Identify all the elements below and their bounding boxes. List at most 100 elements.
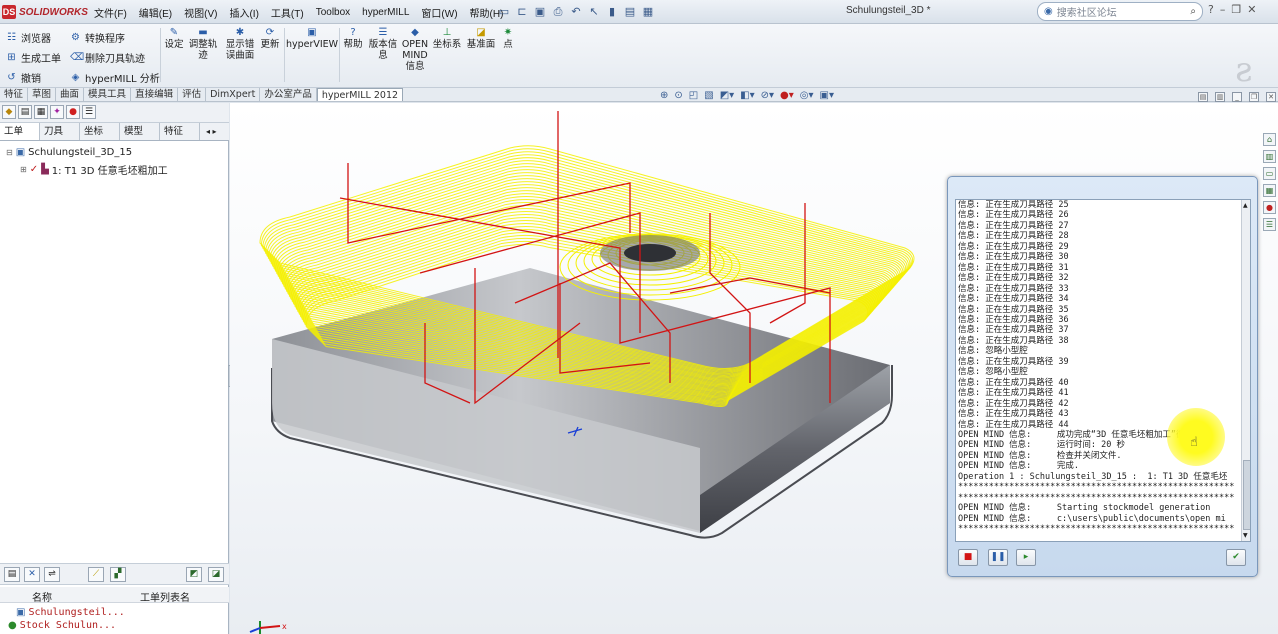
save-icon[interactable]: ▣	[533, 5, 547, 19]
menu-view[interactable]: 视图(V)	[178, 5, 223, 20]
adjust-path-button[interactable]: ▬ 调整轨 迹	[189, 27, 218, 61]
tree-job-item[interactable]: ⊞ ✓ ▙ 1: T1 3D 任意毛坯粗加工	[20, 162, 168, 177]
menu-insert[interactable]: 插入(I)	[223, 5, 264, 20]
search-icon[interactable]: ⌕	[1190, 6, 1196, 17]
menu-tools[interactable]: 工具(T)	[265, 5, 310, 20]
openmind-info-button[interactable]: ◆ OPEN MIND 信息	[401, 27, 429, 72]
continue-button[interactable]: ▸	[1016, 549, 1036, 566]
close-icon[interactable]: ✕	[1247, 3, 1256, 16]
column-job-list[interactable]: 工单列表名	[140, 589, 190, 604]
doc-minimize-icon[interactable]: _	[1232, 92, 1242, 102]
show-error-surface-button[interactable]: ✱ 显示错 误曲面	[224, 27, 256, 61]
scroll-thumb[interactable]	[1243, 460, 1250, 530]
delete-toolpath-button[interactable]: ⌫ 删除刀具轨迹	[70, 50, 145, 65]
search-scope-icon[interactable]: ◉	[1044, 6, 1053, 17]
tab-dimxpert[interactable]: DimXpert	[206, 88, 261, 101]
cascade-icon[interactable]: ▥	[1215, 92, 1225, 102]
point-button[interactable]: ✷ 点	[500, 27, 516, 50]
scroll-up-icon[interactable]: ▲	[1243, 202, 1248, 209]
dimxpert-icon[interactable]: ✦	[50, 105, 64, 119]
display-manager-icon[interactable]: ●	[66, 105, 80, 119]
tab-office-products[interactable]: 办公室产品	[260, 88, 317, 101]
scroll-down-icon[interactable]: ▼	[1243, 532, 1248, 539]
view-settings-icon[interactable]: ▣▾	[820, 90, 834, 101]
convert-program-button[interactable]: ⚙ 转换程序	[70, 30, 125, 45]
scene-icon[interactable]: ◎▾	[800, 90, 814, 101]
print-icon[interactable]: ⎙	[551, 5, 565, 19]
display-style-icon[interactable]: ◧▾	[740, 90, 754, 101]
tab-evaluate[interactable]: 评估	[178, 88, 207, 101]
undo-icon[interactable]: ↶	[569, 5, 583, 19]
hide-show-icon[interactable]: ⊘▾	[761, 90, 774, 101]
list-view-icon[interactable]: ▤	[4, 567, 20, 582]
list-item[interactable]: ● Stock Schulun...	[8, 620, 116, 631]
calculate-icon[interactable]: ⇌	[44, 567, 60, 582]
file-properties-icon[interactable]: ▤	[623, 5, 637, 19]
collapse-icon[interactable]: ⊟	[6, 148, 13, 157]
browser-button[interactable]: ☷ 浏览器	[6, 30, 51, 45]
expand-icon[interactable]: ⊞	[20, 165, 27, 174]
new-icon[interactable]: ▭	[497, 5, 511, 19]
view-orientation-icon[interactable]: ◩▾	[720, 90, 734, 101]
previous-view-icon[interactable]: ◰	[689, 90, 698, 101]
restore-icon[interactable]: ❐	[1231, 3, 1241, 16]
menu-window[interactable]: 窗口(W)	[415, 5, 463, 20]
tab-coordinates[interactable]: 坐标	[80, 123, 120, 140]
menu-file[interactable]: 文件(F)	[88, 5, 133, 20]
export-icon[interactable]: ◪	[208, 567, 224, 582]
hyperview-button[interactable]: ▣ hyperVIEW	[286, 27, 338, 50]
menu-edit[interactable]: 编辑(E)	[133, 5, 178, 20]
hypermill-analysis-button[interactable]: ◈ hyperMILL 分析	[70, 70, 160, 85]
simulate-icon[interactable]: ▞	[110, 567, 126, 582]
configuration-manager-icon[interactable]: ▦	[34, 105, 48, 119]
import-icon[interactable]: ◩	[186, 567, 202, 582]
minimize-icon[interactable]: –	[1220, 3, 1226, 16]
tab-features[interactable]: 特征	[0, 88, 29, 101]
solidworks-logo[interactable]: DS SOLIDWORKS	[2, 2, 88, 22]
tile-icon[interactable]: ▤	[1198, 92, 1208, 102]
tab-models[interactable]: 模型	[120, 123, 160, 140]
datum-plane-button[interactable]: ◪ 基准面	[466, 27, 496, 50]
wand-icon[interactable]: ⟋	[88, 567, 104, 582]
log-output[interactable]: 信息: 正在生成刀具路径 25 信息: 正在生成刀具路径 26 信息: 正在生成刀具…	[955, 199, 1251, 542]
search-input[interactable]: 搜索社区论坛	[1057, 4, 1117, 19]
feature-manager-icon[interactable]: ◆	[2, 105, 16, 119]
property-manager-icon[interactable]: ▤	[18, 105, 32, 119]
doc-close-icon[interactable]: ✕	[1266, 92, 1276, 102]
tab-jobs[interactable]: 工单	[0, 123, 40, 140]
appearance-icon[interactable]: ●▾	[780, 90, 794, 101]
create-job-button[interactable]: ⊞ 生成工单	[6, 50, 61, 65]
tab-tools[interactable]: 刀具	[40, 123, 80, 140]
delete-x-icon[interactable]: ✕	[24, 567, 40, 582]
column-name[interactable]: 名称	[32, 589, 52, 604]
tab-mold-tools[interactable]: 模具工具	[84, 88, 132, 101]
settings-button[interactable]: ✎ 设定	[164, 27, 184, 50]
tab-sketch[interactable]: 草图	[28, 88, 57, 101]
version-info-button[interactable]: ☰ 版本信 息	[367, 27, 399, 61]
stop-button[interactable]: ■	[958, 549, 978, 566]
zoom-area-icon[interactable]: ⊙	[674, 90, 682, 101]
options-icon[interactable]: ▦	[641, 5, 655, 19]
help-question-icon[interactable]: ?	[1208, 3, 1214, 16]
section-view-icon[interactable]: ▧	[704, 90, 713, 101]
tab-surfaces[interactable]: 曲面	[56, 88, 85, 101]
tree-root[interactable]: ⊟ ▣ Schulungsteil_3D_15	[6, 147, 132, 158]
tab-scroll-arrows-icon[interactable]: ◂ ▸	[200, 123, 217, 140]
tab-features-list[interactable]: 特征	[160, 123, 200, 140]
log-scrollbar[interactable]: ▲ ▼	[1241, 200, 1250, 541]
pause-button[interactable]: ❚❚	[988, 549, 1008, 566]
update-button[interactable]: ⟳ 更新	[259, 27, 281, 50]
rebuild-icon[interactable]: ▮	[605, 5, 619, 19]
tab-direct-edit[interactable]: 直接编辑	[131, 88, 179, 101]
search-box[interactable]: ◉ 搜索社区论坛 ⌕	[1037, 2, 1203, 21]
hypermill-browser-icon[interactable]: ☰	[82, 105, 96, 119]
ok-button[interactable]: ✔	[1226, 549, 1246, 566]
undo-button[interactable]: ↺ 撤销	[6, 70, 41, 85]
menu-hypermill[interactable]: hyperMILL	[356, 7, 415, 18]
coordinate-system-button[interactable]: ⊥ 坐标系	[432, 27, 462, 50]
doc-restore-icon[interactable]: ❐	[1249, 92, 1259, 102]
select-icon[interactable]: ↖	[587, 5, 601, 19]
tab-hypermill[interactable]: hyperMILL 2012	[316, 88, 404, 101]
open-icon[interactable]: ⊏	[515, 5, 529, 19]
menu-toolbox[interactable]: Toolbox	[310, 7, 356, 18]
